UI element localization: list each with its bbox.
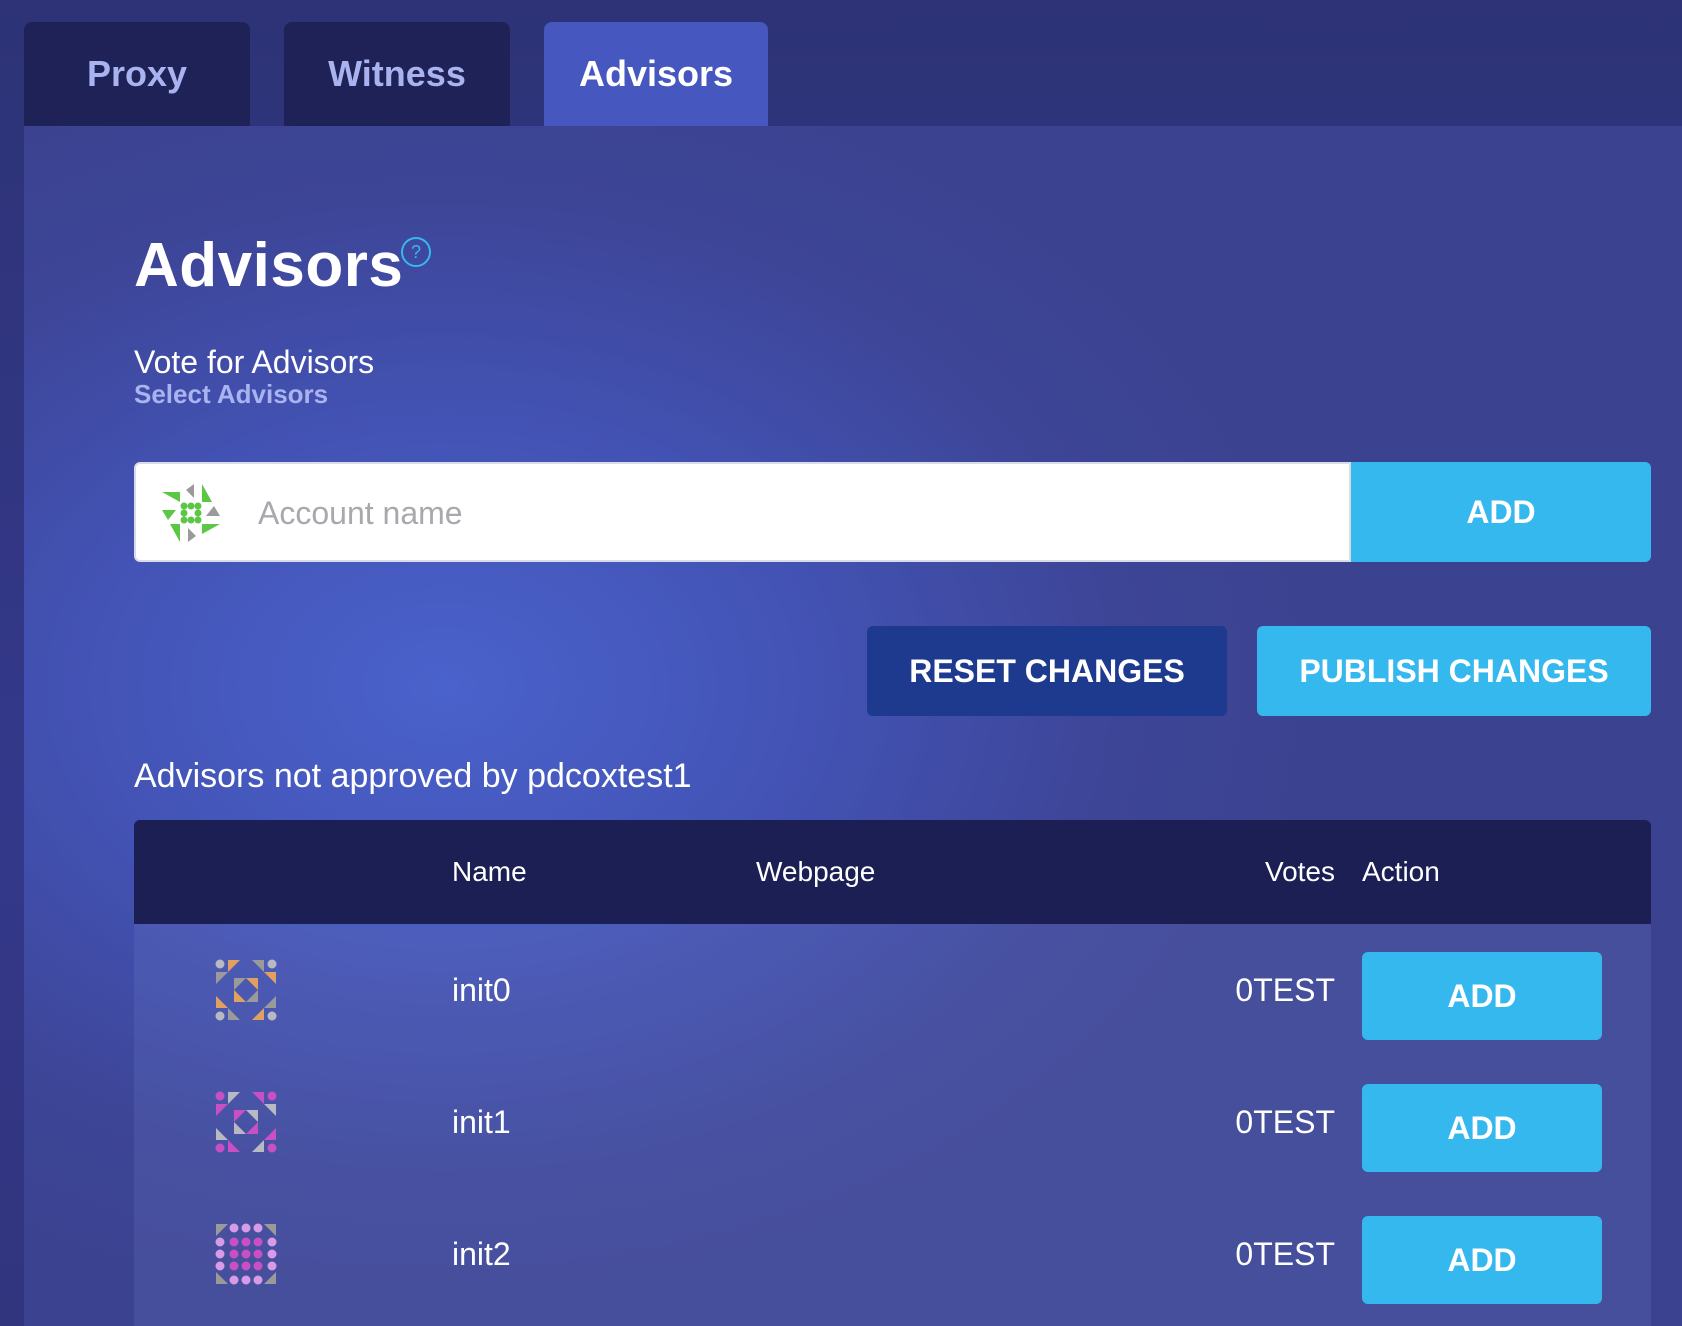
account-identicon-icon	[162, 484, 220, 542]
tab-advisors[interactable]: Advisors	[544, 22, 768, 126]
table-row: init1 0TEST ADD	[134, 1056, 1651, 1188]
tab-witness[interactable]: Witness	[284, 22, 510, 126]
advisor-identicon-icon	[215, 959, 277, 1021]
advisors-table: Name Webpage Votes Action init0 0TEST AD…	[134, 820, 1651, 1326]
table-row: init0 0TEST ADD	[134, 924, 1651, 1056]
add-advisor-button[interactable]: ADD	[1362, 952, 1602, 1040]
add-account-button[interactable]: ADD	[1351, 462, 1651, 562]
question-circle-icon[interactable]: ?	[401, 237, 431, 267]
not-approved-list-title: Advisors not approved by pdcoxtest1	[134, 757, 692, 795]
section-title: Vote for Advisors	[134, 344, 375, 380]
advisor-identicon-icon	[215, 1223, 277, 1285]
add-advisor-button[interactable]: ADD	[1362, 1216, 1602, 1304]
table-header: Name Webpage Votes Action	[134, 820, 1651, 924]
advisor-votes: 0TEST	[1235, 972, 1335, 1008]
column-header-action: Action	[1362, 856, 1440, 887]
account-search-box	[134, 462, 1351, 562]
advisors-panel: Advisors ? Vote for Advisors Select Advi…	[24, 126, 1682, 1326]
section-subtitle: Select Advisors	[134, 379, 329, 409]
advisor-identicon-icon	[215, 1091, 277, 1153]
advisor-votes: 0TEST	[1235, 1104, 1335, 1140]
tab-proxy[interactable]: Proxy	[24, 22, 250, 126]
page-title: Advisors	[134, 231, 404, 300]
publish-changes-button[interactable]: PUBLISH CHANGES	[1257, 626, 1651, 716]
column-header-webpage[interactable]: Webpage	[756, 820, 875, 924]
column-header-name[interactable]: Name	[452, 820, 527, 924]
table-row: init2 0TEST ADD	[134, 1188, 1651, 1320]
advisor-name: init0	[452, 972, 511, 1008]
add-advisor-button[interactable]: ADD	[1362, 1084, 1602, 1172]
tab-bar: Proxy Witness Advisors	[24, 22, 1682, 126]
reset-changes-button[interactable]: RESET CHANGES	[867, 626, 1227, 716]
advisor-name: init2	[452, 1236, 511, 1272]
column-header-votes[interactable]: Votes	[1265, 820, 1335, 924]
advisor-name: init1	[452, 1104, 511, 1140]
advisor-votes: 0TEST	[1235, 1236, 1335, 1272]
account-name-input[interactable]	[256, 478, 1320, 548]
